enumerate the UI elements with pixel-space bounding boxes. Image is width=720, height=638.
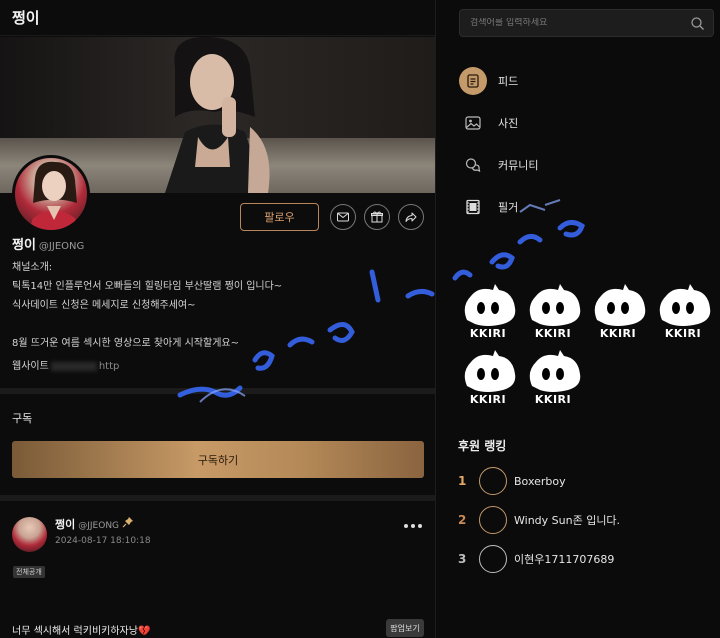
ranking-row[interactable]: 3 이현우1711707689 [458,545,614,573]
section-divider [0,495,435,501]
kkiri-sticker: KKIRI [652,280,714,340]
search-bar[interactable] [459,9,714,37]
share-button[interactable] [398,204,424,230]
ghost-logo-icon [529,350,581,392]
share-icon [405,212,417,222]
subscribe-button[interactable]: 구독하기 [12,441,424,478]
nav-label: 사진 [498,117,519,130]
popup-view-button[interactable]: 팝업보기 [386,619,424,637]
website-label: 웹사이트 [12,361,49,372]
search-icon[interactable] [690,16,705,31]
gift-icon [371,211,383,223]
feed-icon [459,67,487,95]
sticker-brand-text: KKIRI [599,327,637,340]
profile-display-name: 쩡이 [12,238,36,253]
post-author: 쩡이 @JJEONG [55,516,119,532]
subscribe-label: 구독 [12,412,33,425]
more-options-icon[interactable] [403,522,423,530]
nav-item-photos[interactable]: 사진 [459,109,518,137]
ranking-avatar [479,506,507,534]
kkiri-sticker: KKIRI [457,346,519,406]
pin-icon [122,517,133,528]
nav-item-community[interactable]: 커뮤니티 [459,151,538,179]
post-author-name: 쩡이 [55,518,76,531]
profile-avatar[interactable] [12,155,90,233]
website-row: 웹사이트 http [12,357,282,376]
mail-icon [337,212,349,222]
rank-number: 1 [458,474,467,488]
sticker-brand-text: KKIRI [664,327,702,340]
cover-person-figure [165,37,270,193]
rank-number: 2 [458,513,467,527]
profile-handle: @JJEONG [38,241,85,252]
ranking-row[interactable]: 2 Windy Sun존 입니다. [458,506,620,534]
profile-name: 쩡이 @JJEONG [12,234,84,253]
page-title: 쩡이 [0,0,435,36]
ranking-title: 후원 랭킹 [458,439,507,453]
gift-button[interactable] [364,204,390,230]
kkiri-sticker: KKIRI [587,280,649,340]
photo-icon [459,109,487,137]
profile-column: 쩡이 팔로우 쩡이 @JJEONG 채널소개: 틱톡14만 인플루언서 오빠들의… [0,0,436,638]
ranking-name: 이현우1711707689 [514,553,615,566]
ghost-logo-icon [464,284,516,326]
post-text: 너무 섹시해서 럭키비키하자낭💔 [12,626,151,637]
ghost-logo-icon [659,284,711,326]
ghost-logo-icon [529,284,581,326]
bio-heading: 채널소개: [12,262,53,273]
website-link[interactable]: http [99,361,120,372]
kkiri-sticker: KKIRI [522,346,584,406]
follow-button[interactable]: 팔로우 [240,203,319,231]
ghost-logo-icon [594,284,646,326]
sticker-brand-text: KKIRI [469,327,507,340]
ranking-avatar [479,467,507,495]
profile-bio: 채널소개: 틱톡14만 인플루언서 오빠들의 힐링타임 부산딸램 쩡이 입니다~… [12,258,282,376]
search-input[interactable] [470,18,680,28]
ranking-avatar [479,545,507,573]
sidebar: 피드 사진 커뮤니티 필거 KKIRI KKIRI KKIRI [437,0,720,638]
visibility-badge: 전체공개 [13,566,45,578]
bio-line: 틱톡14만 인플루언서 오빠들의 힐링타임 부산딸램 쩡이 입니다~ [12,281,283,292]
kkiri-sticker: KKIRI [457,280,519,340]
ghost-logo-icon [464,350,516,392]
post-date: 2024-08-17 18:10:18 [55,536,151,546]
nav-label: 커뮤니티 [498,159,539,172]
nav-item-feed[interactable]: 피드 [459,67,518,95]
ranking-row[interactable]: 1 Boxerboy [458,467,566,495]
community-icon [459,151,487,179]
post-author-handle: @JJEONG [78,521,120,531]
sticker-brand-text: KKIRI [469,393,507,406]
kkiri-sticker: KKIRI [522,280,584,340]
film-icon [459,193,487,221]
bio-line: 식사데이트 신청은 메세지로 신청해주세여~ [12,300,196,311]
ranking-name: Windy Sun존 입니다. [514,514,621,527]
sticker-brand-text: KKIRI [534,327,572,340]
post-author-avatar[interactable] [12,517,47,552]
nav-label: 피드 [498,75,519,88]
nav-label: 필거 [498,201,519,214]
rank-number: 3 [458,552,467,566]
nav-item-video[interactable]: 필거 [459,193,518,221]
sticker-brand-text: KKIRI [534,393,572,406]
ranking-name: Boxerboy [514,474,566,488]
bio-line: 8월 뜨거운 여름 섹시한 영상으로 찾아게 시작할게요~ [12,338,240,349]
message-button[interactable] [330,204,356,230]
section-divider [0,388,435,394]
